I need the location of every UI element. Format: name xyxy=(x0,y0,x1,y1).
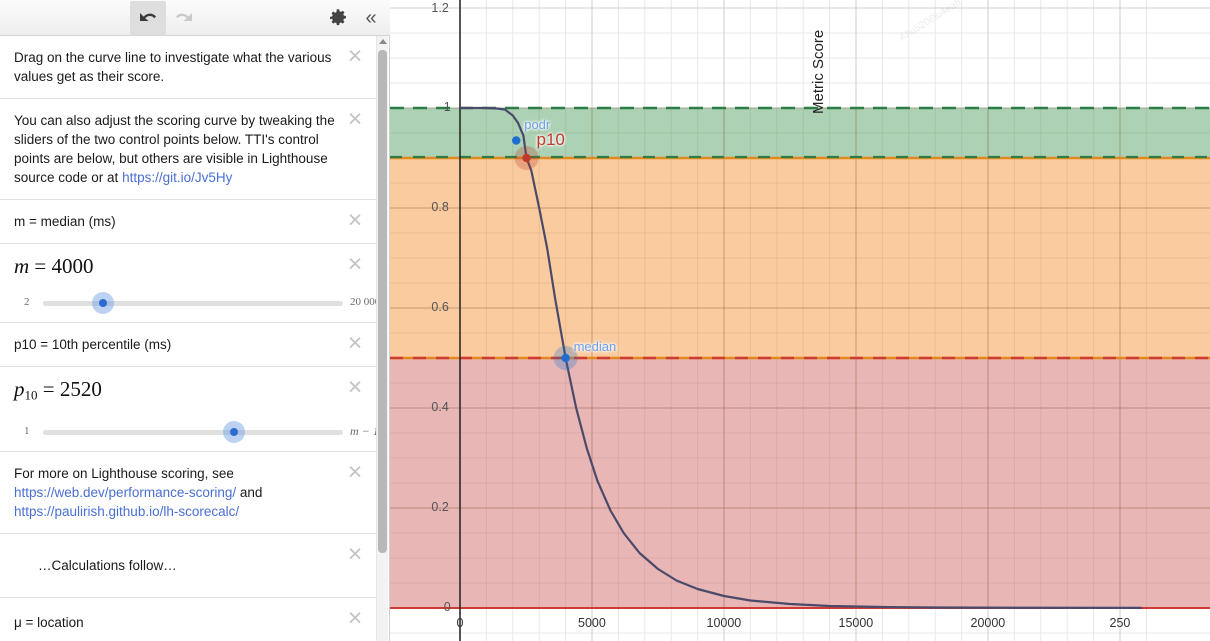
slider-m-thumb[interactable] xyxy=(92,292,114,314)
redo-arrow-icon xyxy=(166,1,202,35)
slider-m-max-label: 20 000 xyxy=(350,296,378,308)
expression-row-variable-p10[interactable]: × p10 = 2520 1 m − 1 xyxy=(0,367,378,452)
expression-row-variable-m[interactable]: × m = 4000 2 20 000 xyxy=(0,244,378,323)
close-icon[interactable]: × xyxy=(342,44,368,70)
close-icon[interactable]: × xyxy=(342,542,368,568)
expression-row-p10-definition[interactable]: × p10 = 10th percentile (ms) xyxy=(0,323,378,367)
slider-m[interactable]: 2 20 000 xyxy=(14,290,336,318)
expression-row-note-more[interactable]: × For more on Lighthouse scoring, see ht… xyxy=(0,452,378,534)
panel-scrollbar[interactable] xyxy=(376,36,388,641)
y-tick-label: 0.2 xyxy=(431,500,448,514)
gear-icon[interactable] xyxy=(326,7,350,29)
equation-p10: p10 = 2520 xyxy=(14,377,336,407)
close-icon[interactable]: × xyxy=(342,331,368,357)
note-text: μ = location xyxy=(14,613,336,632)
x-tick-label: 0 xyxy=(457,616,464,630)
equation-p10-value: 2520 xyxy=(60,377,102,401)
close-icon[interactable]: × xyxy=(342,208,368,234)
note-text: Drag on the curve line to investigate wh… xyxy=(14,48,336,86)
x-tick-label: 20000 xyxy=(971,616,1006,630)
y-tick-label: 1.2 xyxy=(431,1,448,15)
slider-m-track[interactable] xyxy=(43,301,343,306)
lh-scorecalc-app: « × Drag on the curve line to investigat… xyxy=(0,0,1210,641)
scrollbar-thumb[interactable] xyxy=(378,50,387,553)
note-link-webdev[interactable]: https://web.dev/performance-scoring/ xyxy=(14,485,236,500)
expression-row-calculations[interactable]: × …Calculations follow… xyxy=(0,534,378,598)
y-tick-label: 0 xyxy=(444,600,451,614)
x-tick-label: 250 xyxy=(1110,616,1131,630)
expression-row-m-definition[interactable]: × m = median (ms) xyxy=(0,200,378,244)
note-link-scorecalc[interactable]: https://paulirish.github.io/lh-scorecalc… xyxy=(14,504,239,519)
x-tick-label: 5000 xyxy=(578,616,606,630)
note-text-mid: and xyxy=(236,485,262,500)
note-link-gitio[interactable]: https://git.io/Jv5Hy xyxy=(122,170,232,185)
slider-p10-min-label: 1 xyxy=(24,425,30,437)
equation-p10-var: p xyxy=(14,377,25,401)
y-tick-label: 1 xyxy=(444,100,451,114)
y-axis-label: Metric Score xyxy=(810,94,827,114)
note-text: You can also adjust the scoring curve by… xyxy=(14,111,336,187)
slider-p10-max-label: m − 1 xyxy=(350,424,378,439)
close-icon[interactable]: × xyxy=(342,375,368,401)
note-text: m = median (ms) xyxy=(14,212,336,231)
equation-p10-sub: 10 xyxy=(25,387,38,402)
scroll-up-arrow-icon[interactable] xyxy=(379,39,387,44)
note-text: p10 = 10th percentile (ms) xyxy=(14,335,336,354)
expression-list[interactable]: × Drag on the curve line to investigate … xyxy=(0,36,378,641)
undo-arrow-icon[interactable] xyxy=(130,1,166,35)
x-tick-label: 10000 xyxy=(707,616,742,630)
slider-p10[interactable]: 1 m − 1 xyxy=(14,419,336,447)
chevron-double-left-icon[interactable]: « xyxy=(358,5,384,31)
equation-m-value: 4000 xyxy=(52,254,94,278)
close-icon[interactable]: × xyxy=(342,460,368,486)
slider-p10-track[interactable] xyxy=(43,430,343,435)
score-curve-plot[interactable] xyxy=(390,0,1210,641)
note-text-body: For more on Lighthouse scoring, see xyxy=(14,466,234,481)
graph-canvas[interactable]: Metric Score AI\u5206\u4eab AI AI 00.20.… xyxy=(390,0,1210,641)
equation-m-var: m xyxy=(14,254,29,278)
expression-row-note-sliders[interactable]: × You can also adjust the scoring curve … xyxy=(0,99,378,200)
expression-row-mu-definition[interactable]: × μ = location xyxy=(0,598,378,641)
close-icon[interactable]: × xyxy=(342,606,368,632)
note-text: …Calculations follow… xyxy=(38,556,336,575)
note-text: For more on Lighthouse scoring, see http… xyxy=(14,464,336,521)
panel-toolbar: « xyxy=(0,0,390,36)
close-icon[interactable]: × xyxy=(342,107,368,133)
expression-row-note-drag[interactable]: × Drag on the curve line to investigate … xyxy=(0,36,378,99)
y-tick-label: 0.4 xyxy=(431,400,448,414)
slider-m-min-label: 2 xyxy=(24,296,30,308)
close-icon[interactable]: × xyxy=(342,252,368,278)
equation-m: m = 4000 xyxy=(14,254,336,278)
expression-panel: « × Drag on the curve line to investigat… xyxy=(0,0,390,641)
y-tick-label: 0.8 xyxy=(431,200,448,214)
x-tick-label: 15000 xyxy=(839,616,874,630)
point-label-median: median xyxy=(574,339,617,354)
slider-p10-thumb[interactable] xyxy=(223,421,245,443)
point-label-p10: p10 xyxy=(537,130,565,150)
y-tick-label: 0.6 xyxy=(431,300,448,314)
